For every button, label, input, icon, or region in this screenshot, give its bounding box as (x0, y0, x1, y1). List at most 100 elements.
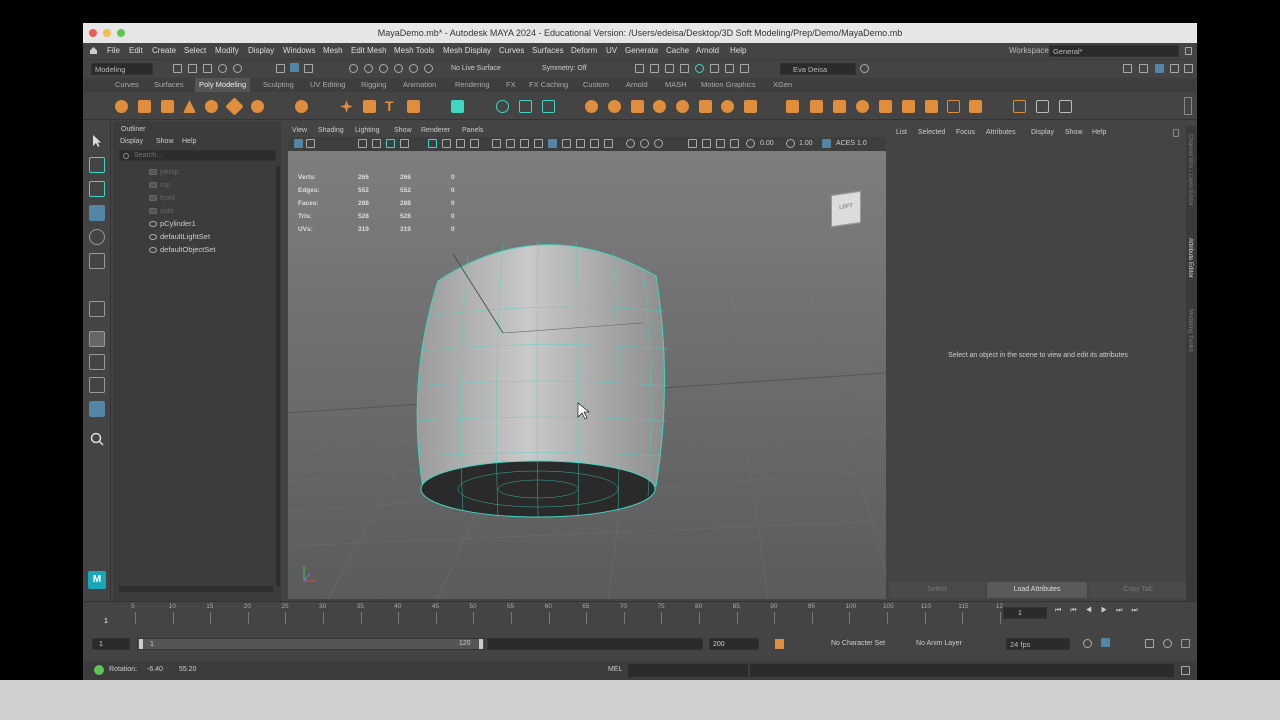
shelf-tab-custom[interactable]: Custom (583, 80, 609, 89)
film-gate-icon[interactable] (442, 139, 451, 148)
gate-mask-icon[interactable] (470, 139, 479, 148)
open-scene-icon[interactable] (188, 64, 197, 73)
safe-title-icon[interactable] (520, 139, 529, 148)
shelf-tab-fx[interactable]: FX (506, 80, 516, 89)
character-controls-icon[interactable] (1139, 64, 1148, 73)
poly-cone-icon[interactable] (183, 100, 196, 113)
ipr-render-icon[interactable] (665, 64, 674, 73)
shelf-tab-curves[interactable]: Curves (115, 80, 139, 89)
shelf-scroll-icon[interactable] (1184, 97, 1192, 115)
menu-create[interactable]: Create (152, 46, 176, 55)
poly-disc-icon[interactable] (251, 100, 264, 113)
uv-editor-icon[interactable] (1036, 100, 1049, 113)
menu-edit[interactable]: Edit (129, 46, 143, 55)
user-account-dropdown[interactable]: Eva Deisa (780, 63, 856, 75)
paint-select-tool-icon[interactable] (89, 181, 105, 197)
sweep-mesh-icon[interactable] (363, 100, 376, 113)
use-all-lights-icon[interactable] (590, 139, 599, 148)
bevel-icon[interactable] (631, 100, 644, 113)
shelf-tab-fx-caching[interactable]: FX Caching (529, 80, 568, 89)
attr-menu-show[interactable]: Show (1065, 129, 1083, 136)
outliner-layout-icon[interactable] (89, 354, 105, 370)
copy-tab-button[interactable]: Copy Tab (1089, 582, 1187, 598)
load-attributes-button[interactable]: Load Attributes (987, 582, 1087, 598)
undo-icon[interactable] (218, 64, 227, 73)
outliner-scrollbar[interactable] (276, 166, 280, 586)
current-frame-field[interactable]: 1 (1003, 607, 1047, 619)
render-settings-icon[interactable] (680, 64, 689, 73)
playback-speed-icon[interactable] (1163, 639, 1172, 648)
mirror-icon[interactable] (786, 100, 799, 113)
fps-dropdown[interactable]: 24 fps (1006, 638, 1070, 650)
lock-icon[interactable] (1185, 47, 1192, 55)
attr-menu-help[interactable]: Help (1092, 129, 1106, 136)
menu-edit-mesh[interactable]: Edit Mesh (351, 46, 387, 55)
select-by-component-icon[interactable] (290, 63, 299, 72)
color-management-icon[interactable] (822, 139, 831, 148)
wedge-icon[interactable] (902, 100, 915, 113)
boolean-icon[interactable] (542, 100, 555, 113)
select-tool-icon[interactable] (89, 133, 105, 149)
tool-settings-icon[interactable] (1170, 64, 1179, 73)
menu-help[interactable]: Help (730, 46, 746, 55)
wireframe-icon[interactable] (534, 139, 543, 148)
outliner-menu-display[interactable]: Display (120, 138, 143, 145)
super-shape-icon[interactable] (340, 100, 353, 113)
fill-hole-icon[interactable] (676, 100, 689, 113)
snap-view-plane-icon[interactable] (409, 64, 418, 73)
combine-icon[interactable] (451, 100, 464, 113)
outliner-h-scrollbar[interactable] (119, 586, 273, 592)
home-icon[interactable] (89, 46, 98, 55)
scale-tool-icon[interactable] (89, 253, 105, 269)
menu-uv[interactable]: UV (606, 46, 617, 55)
workspace-dropdown[interactable]: General* (1049, 45, 1179, 57)
grease-pencil-icon[interactable] (386, 139, 395, 148)
attr-menu-selected[interactable]: Selected (918, 129, 945, 136)
exposure-icon[interactable] (746, 139, 755, 148)
move-tool-icon[interactable] (89, 205, 105, 221)
snap-projected-center-icon[interactable] (394, 64, 403, 73)
new-scene-icon[interactable] (173, 64, 182, 73)
symmetry-label[interactable]: Symmetry: Off (542, 65, 587, 72)
graph-layout-icon[interactable] (89, 377, 105, 393)
shelf-tab-poly-modeling[interactable]: Poly Modeling (195, 78, 251, 92)
safe-action-icon[interactable] (506, 139, 515, 148)
menu-mesh[interactable]: Mesh (323, 46, 343, 55)
animation-prefs-icon[interactable] (1181, 639, 1190, 648)
outliner-item[interactable]: persp (149, 167, 179, 176)
range-end-handle[interactable] (479, 639, 483, 649)
svg-icon[interactable] (407, 100, 420, 113)
channel-box-tab[interactable]: Channel Box / Layer Editor (1187, 134, 1193, 206)
menu-deform[interactable]: Deform (571, 46, 597, 55)
viewport-menu-panels[interactable]: Panels (462, 127, 483, 134)
shelf-tab-sculpting[interactable]: Sculpting (263, 80, 294, 89)
chamfer-icon[interactable] (925, 100, 938, 113)
poly-torus-icon[interactable] (205, 100, 218, 113)
smooth-icon[interactable] (519, 100, 532, 113)
poke-icon[interactable] (879, 100, 892, 113)
menu-windows[interactable]: Windows (283, 46, 315, 55)
four-view-layout-icon[interactable] (89, 331, 105, 347)
attr-menu-list[interactable]: List (896, 129, 907, 136)
isolate-select-icon[interactable] (688, 139, 697, 148)
outliner-search-field[interactable]: Search... (119, 150, 276, 161)
pin-icon[interactable] (1173, 129, 1179, 137)
mel-language-toggle[interactable]: MEL (608, 666, 622, 673)
menu-modify[interactable]: Modify (215, 46, 239, 55)
viewport-menu-lighting[interactable]: Lighting (355, 127, 380, 134)
menu-generate[interactable]: Generate (625, 46, 658, 55)
pause-icon[interactable] (740, 64, 749, 73)
snap-curve-icon[interactable] (364, 64, 373, 73)
shelf-tab-rigging[interactable]: Rigging (361, 80, 386, 89)
outliner-item[interactable]: top (149, 180, 170, 189)
live-surface-label[interactable]: No Live Surface (451, 65, 501, 72)
shelf-tab-surfaces[interactable]: Surfaces (154, 80, 184, 89)
channel-box-icon[interactable] (1184, 64, 1193, 73)
shelf-tab-arnold[interactable]: Arnold (626, 80, 648, 89)
poly-plane-icon[interactable] (225, 97, 244, 116)
multi-cut-icon[interactable] (721, 100, 734, 113)
menu-cache[interactable]: Cache (666, 46, 689, 55)
2d-pan-zoom-icon[interactable] (400, 139, 409, 148)
playback-controls[interactable]: ⏮⏮◀▶⏭⏭ (1055, 607, 1147, 615)
redo-icon[interactable] (233, 64, 242, 73)
